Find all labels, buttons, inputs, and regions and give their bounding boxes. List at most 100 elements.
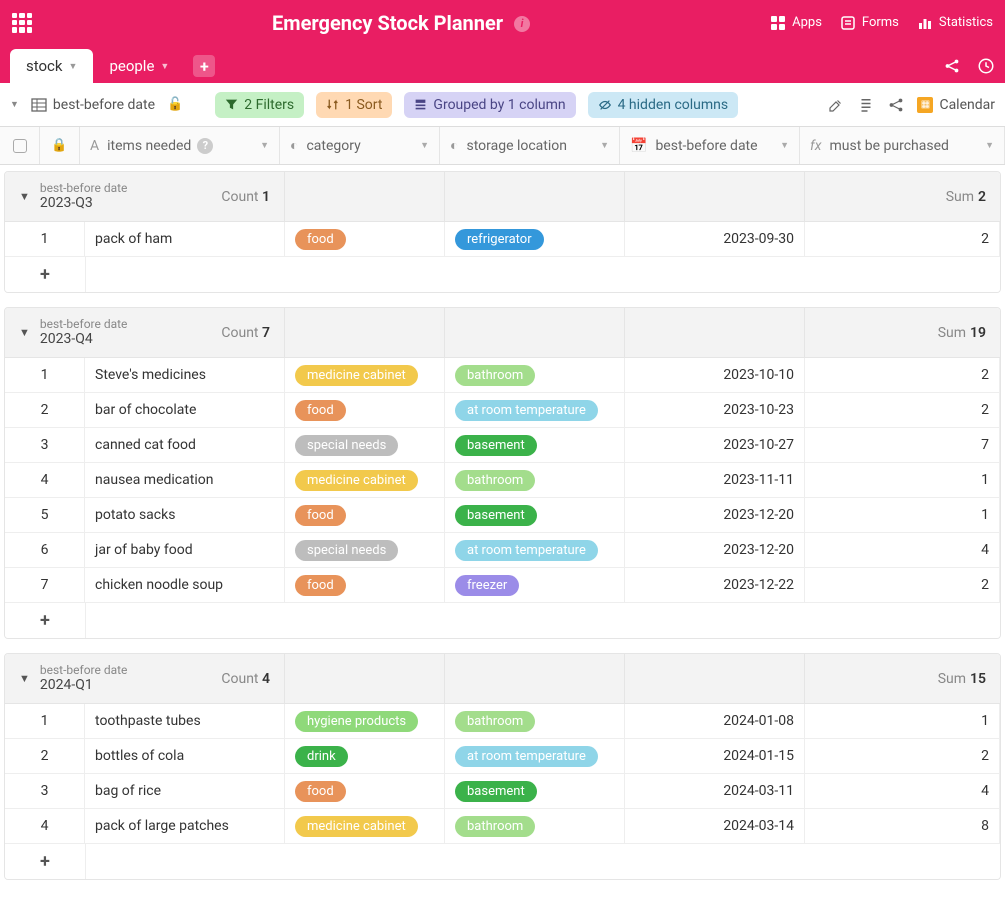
cell-storage[interactable]: bathroom [445,358,625,392]
cell-storage[interactable]: basement [445,774,625,808]
cell-storage[interactable]: at room temperature [445,533,625,567]
cell-category[interactable]: medicine cabinet [285,809,445,843]
cell-purchased[interactable]: 2 [805,568,1000,602]
filters-button[interactable]: 2 Filters [215,92,304,118]
cell-item[interactable]: toothpaste tubes [85,704,285,738]
column-storage-location[interactable]: ◐ storage location ▼ [440,127,620,164]
tab-stock[interactable]: stock▼ [10,49,93,83]
table-row[interactable]: 2 bar of chocolate food at room temperat… [5,393,1000,428]
cell-date[interactable]: 2024-03-14 [625,809,805,843]
cell-date[interactable]: 2023-09-30 [625,222,805,256]
tab-people[interactable]: people▼ [93,49,185,83]
cell-storage[interactable]: at room temperature [445,739,625,773]
column-items-needed[interactable]: A items needed ? ▼ [80,127,280,164]
cell-date[interactable]: 2024-01-08 [625,704,805,738]
cell-category[interactable]: special needs [285,533,445,567]
table-row[interactable]: 1 Steve's medicines medicine cabinet bat… [5,358,1000,393]
cell-item[interactable]: bag of rice [85,774,285,808]
paint-icon[interactable] [827,96,845,114]
table-row[interactable]: 3 bag of rice food basement 2024-03-11 4 [5,774,1000,809]
collapse-group-icon[interactable]: ▼ [19,190,30,203]
cell-purchased[interactable]: 2 [805,739,1000,773]
cell-item[interactable]: Steve's medicines [85,358,285,392]
column-must-be-purchased[interactable]: fx must be purchased ▼ [800,127,1005,164]
cell-date[interactable]: 2023-10-23 [625,393,805,427]
collapse-group-icon[interactable]: ▼ [19,326,30,339]
cell-category[interactable]: medicine cabinet [285,463,445,497]
cell-purchased[interactable]: 2 [805,222,1000,256]
row-height-icon[interactable] [857,96,875,114]
column-category[interactable]: ◐ category ▼ [280,127,440,164]
apps-menu-icon[interactable] [12,13,32,33]
add-row-button[interactable]: + [5,264,85,285]
add-row-button[interactable]: + [5,851,85,872]
cell-category[interactable]: food [285,222,445,256]
table-row[interactable]: 3 canned cat food special needs basement… [5,428,1000,463]
cell-item[interactable]: canned cat food [85,428,285,462]
cell-storage[interactable]: freezer [445,568,625,602]
cell-category[interactable]: drink [285,739,445,773]
cell-category[interactable]: food [285,774,445,808]
cell-storage[interactable]: bathroom [445,704,625,738]
locked-column-icon[interactable]: 🔒 [40,127,80,164]
group-button[interactable]: Grouped by 1 column [404,92,575,118]
view-selector[interactable]: best-before date [31,97,155,113]
cell-purchased[interactable]: 1 [805,498,1000,532]
apps-link[interactable]: Apps [770,15,822,31]
lock-icon[interactable]: 🔓 [167,97,183,112]
history-icon[interactable] [977,57,995,75]
sort-button[interactable]: 1 Sort [316,92,392,118]
cell-storage[interactable]: basement [445,428,625,462]
cell-date[interactable]: 2023-12-22 [625,568,805,602]
cell-item[interactable]: chicken noodle soup [85,568,285,602]
cell-storage[interactable]: bathroom [445,463,625,497]
share-icon[interactable] [943,57,961,75]
cell-purchased[interactable]: 8 [805,809,1000,843]
cell-purchased[interactable]: 7 [805,428,1000,462]
hidden-columns-button[interactable]: 4 hidden columns [588,92,739,118]
cell-category[interactable]: special needs [285,428,445,462]
cell-date[interactable]: 2023-10-27 [625,428,805,462]
cell-purchased[interactable]: 1 [805,463,1000,497]
cell-purchased[interactable]: 2 [805,393,1000,427]
table-row[interactable]: 2 bottles of cola drink at room temperat… [5,739,1000,774]
table-row[interactable]: 7 chicken noodle soup food freezer 2023-… [5,568,1000,603]
cell-category[interactable]: food [285,498,445,532]
view-menu-chevron-icon[interactable]: ▼ [10,99,19,110]
cell-date[interactable]: 2023-10-10 [625,358,805,392]
cell-item[interactable]: pack of large patches [85,809,285,843]
cell-item[interactable]: nausea medication [85,463,285,497]
table-row[interactable]: 6 jar of baby food special needs at room… [5,533,1000,568]
cell-storage[interactable]: refrigerator [445,222,625,256]
cell-storage[interactable]: at room temperature [445,393,625,427]
column-best-before-date[interactable]: 📅 best-before date ▼ [620,127,800,164]
cell-date[interactable]: 2023-12-20 [625,533,805,567]
cell-purchased[interactable]: 2 [805,358,1000,392]
cell-purchased[interactable]: 1 [805,704,1000,738]
cell-category[interactable]: food [285,568,445,602]
add-row-button[interactable]: + [5,610,85,631]
cell-date[interactable]: 2024-01-15 [625,739,805,773]
forms-link[interactable]: Forms [840,15,899,31]
select-all-checkbox[interactable] [0,127,40,164]
cell-item[interactable]: jar of baby food [85,533,285,567]
calendar-plugin-button[interactable]: ▦ Calendar [917,97,995,113]
table-row[interactable]: 1 toothpaste tubes hygiene products bath… [5,704,1000,739]
cell-category[interactable]: medicine cabinet [285,358,445,392]
cell-purchased[interactable]: 4 [805,533,1000,567]
statistics-link[interactable]: Statistics [917,15,993,31]
help-icon[interactable]: ? [197,138,213,154]
cell-storage[interactable]: bathroom [445,809,625,843]
table-row[interactable]: 4 pack of large patches medicine cabinet… [5,809,1000,844]
cell-date[interactable]: 2023-11-11 [625,463,805,497]
cell-purchased[interactable]: 4 [805,774,1000,808]
table-row[interactable]: 4 nausea medication medicine cabinet bat… [5,463,1000,498]
cell-item[interactable]: bar of chocolate [85,393,285,427]
cell-item[interactable]: potato sacks [85,498,285,532]
cell-category[interactable]: food [285,393,445,427]
share-view-icon[interactable] [887,96,905,114]
cell-item[interactable]: pack of ham [85,222,285,256]
cell-date[interactable]: 2024-03-11 [625,774,805,808]
table-row[interactable]: 1 pack of ham food refrigerator 2023-09-… [5,222,1000,257]
cell-storage[interactable]: basement [445,498,625,532]
